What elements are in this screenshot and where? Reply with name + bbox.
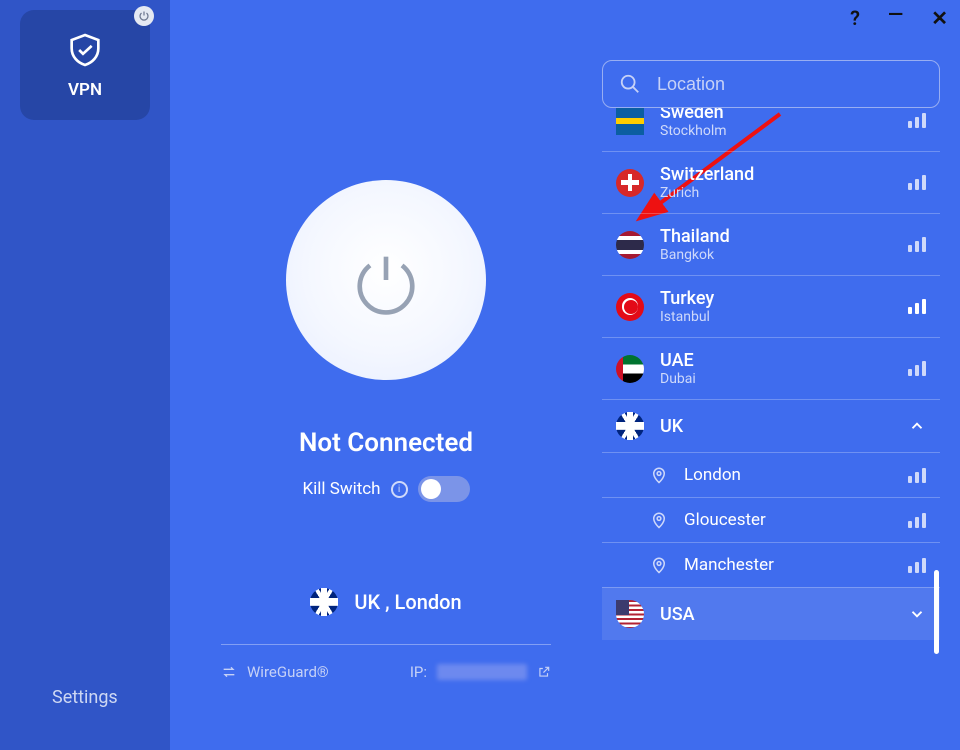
flag-icon-us	[616, 600, 644, 628]
connection-status: Not Connected	[299, 428, 473, 458]
signal-icon	[908, 513, 926, 528]
signal-icon	[908, 361, 926, 376]
kill-switch-row: Kill Switch i	[302, 476, 469, 502]
signal-icon	[908, 175, 926, 190]
location-item-thailand[interactable]: ThailandBangkok	[602, 213, 940, 275]
flag-icon-uk	[616, 412, 644, 440]
location-item-usa[interactable]: USA	[602, 587, 940, 640]
shield-icon	[65, 30, 105, 70]
protocol-name[interactable]: WireGuard®	[247, 663, 329, 681]
scrollbar-thumb[interactable]	[934, 570, 939, 654]
kill-switch-toggle[interactable]	[418, 476, 470, 502]
pin-icon	[650, 556, 668, 574]
chevron-up-icon	[908, 417, 926, 435]
help-button[interactable]: ?	[850, 6, 860, 30]
external-link-icon[interactable]	[537, 665, 551, 679]
close-button[interactable]: ✕	[931, 6, 948, 30]
current-location-label: UK , London	[354, 590, 461, 614]
info-icon[interactable]: i	[391, 481, 408, 498]
search-icon	[619, 73, 641, 95]
location-panel: SwedenStockholm SwitzerlandZurich Thaila…	[602, 0, 960, 750]
vpn-tab[interactable]: VPN	[20, 10, 150, 120]
flag-icon-ch	[616, 169, 644, 197]
pin-icon	[650, 466, 668, 484]
connect-button[interactable]	[286, 180, 486, 380]
location-city-gloucester[interactable]: Gloucester	[602, 497, 940, 542]
vpn-status-badge	[134, 6, 154, 26]
signal-icon	[908, 468, 926, 483]
flag-icon-th	[616, 231, 644, 259]
current-location[interactable]: UK , London	[310, 588, 461, 616]
chevron-down-icon	[908, 605, 926, 623]
location-item-uae[interactable]: UAEDubai	[602, 337, 940, 399]
pin-icon	[650, 511, 668, 529]
flag-icon-tr	[616, 293, 644, 321]
location-search[interactable]	[602, 60, 940, 108]
settings-link[interactable]: Settings	[52, 687, 160, 708]
flag-icon-uk	[310, 588, 338, 616]
vpn-tab-label: VPN	[68, 80, 102, 100]
swap-icon	[221, 664, 237, 680]
signal-icon	[908, 558, 926, 573]
signal-icon	[908, 237, 926, 252]
signal-icon	[908, 299, 926, 314]
window-controls: ? — ✕	[850, 6, 948, 30]
flag-icon-se	[616, 108, 644, 135]
minimize-button[interactable]: —	[888, 2, 903, 26]
location-city-manchester[interactable]: Manchester	[602, 542, 940, 587]
power-icon	[138, 10, 150, 22]
flag-icon-ae	[616, 355, 644, 383]
signal-icon	[908, 113, 926, 128]
location-city-london[interactable]: London	[602, 452, 940, 497]
kill-switch-label: Kill Switch	[302, 479, 380, 499]
divider	[221, 644, 551, 645]
ip-value-redacted	[437, 664, 527, 680]
ip-label: IP:	[410, 663, 427, 681]
location-item-sweden[interactable]: SwedenStockholm	[602, 108, 940, 151]
protocol-row: WireGuard® IP:	[221, 663, 551, 681]
main-panel: ? — ✕ Not Connected Kill Switch i UK , L…	[170, 0, 960, 750]
sidebar: VPN Settings	[0, 0, 170, 750]
location-list[interactable]: SwedenStockholm SwitzerlandZurich Thaila…	[602, 108, 940, 750]
location-item-turkey[interactable]: TurkeyIstanbul	[602, 275, 940, 337]
center-column: Not Connected Kill Switch i UK , London …	[170, 0, 602, 750]
location-search-input[interactable]	[657, 74, 923, 95]
power-icon	[351, 245, 421, 315]
location-item-switzerland[interactable]: SwitzerlandZurich	[602, 151, 940, 213]
location-item-uk-expanded[interactable]: UK	[602, 399, 940, 452]
